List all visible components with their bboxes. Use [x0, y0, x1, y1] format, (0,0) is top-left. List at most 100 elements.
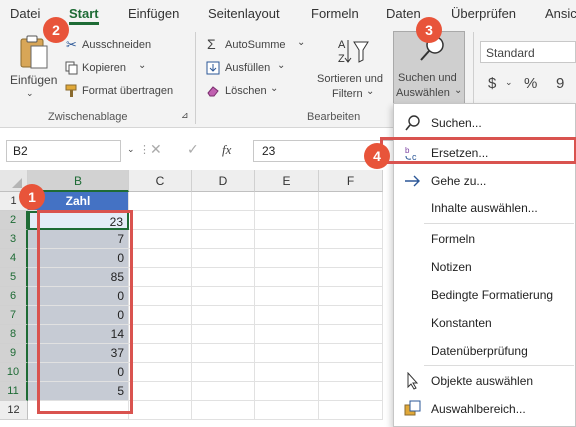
tab-datei[interactable]: Datei — [10, 6, 40, 21]
number-format-select[interactable]: Standard — [480, 41, 576, 63]
ribbon-tabs: Datei Start Einfügen Seitenlayout Formel… — [0, 0, 576, 28]
tab-formeln[interactable]: Formeln — [311, 6, 359, 21]
empty-cell[interactable] — [255, 401, 319, 420]
empty-cell[interactable] — [192, 401, 255, 420]
empty-cell[interactable] — [129, 363, 192, 382]
empty-cell[interactable] — [192, 344, 255, 363]
empty-cell[interactable] — [319, 363, 383, 382]
empty-cell[interactable] — [255, 230, 319, 249]
svg-text:A: A — [338, 39, 346, 51]
empty-cell[interactable] — [255, 382, 319, 401]
menu-item-goto[interactable]: Gehe zu... — [394, 168, 576, 194]
tab-start[interactable]: Start — [69, 6, 99, 25]
empty-cell[interactable] — [319, 211, 383, 230]
column-header-e[interactable]: E — [255, 170, 319, 192]
comma-style-button[interactable]: 9 — [556, 75, 564, 92]
empty-cell[interactable] — [129, 211, 192, 230]
tab-ansicht[interactable]: Ansicht — [545, 6, 576, 21]
empty-cell[interactable] — [129, 344, 192, 363]
empty-cell[interactable] — [255, 344, 319, 363]
empty-cell[interactable] — [129, 325, 192, 344]
empty-cell[interactable] — [319, 230, 383, 249]
row-header[interactable]: 8 — [0, 325, 28, 344]
editing-group-label: Bearbeiten — [307, 111, 361, 123]
empty-cell[interactable] — [319, 192, 383, 211]
empty-cell[interactable] — [255, 306, 319, 325]
empty-cell[interactable] — [192, 363, 255, 382]
menu-item-conditional-formatting[interactable]: Bedingte Formatierung — [394, 282, 576, 308]
empty-cell[interactable] — [129, 230, 192, 249]
empty-cell[interactable] — [255, 363, 319, 382]
insert-function-button[interactable]: fx — [222, 142, 231, 158]
empty-cell[interactable] — [255, 249, 319, 268]
empty-cell[interactable] — [319, 325, 383, 344]
empty-cell[interactable] — [255, 268, 319, 287]
row-header[interactable]: 12 — [0, 401, 28, 420]
empty-cell[interactable] — [319, 344, 383, 363]
menu-item-goto-special[interactable]: Inhalte auswählen... — [394, 195, 576, 221]
namebox-chevron-icon[interactable]: ⌄ — [127, 144, 135, 155]
empty-cell[interactable] — [192, 382, 255, 401]
empty-cell[interactable] — [192, 230, 255, 249]
menu-item-selection-pane[interactable]: Auswahlbereich... — [394, 396, 576, 422]
empty-cell[interactable] — [192, 287, 255, 306]
menu-item-notes[interactable]: Notizen — [394, 254, 576, 280]
currency-button[interactable]: $ — [488, 75, 496, 92]
empty-cell[interactable] — [192, 306, 255, 325]
tab-daten[interactable]: Daten — [386, 6, 421, 21]
tab-einfuegen[interactable]: Einfügen — [128, 6, 179, 21]
tab-seitenlayout[interactable]: Seitenlayout — [208, 6, 280, 21]
empty-cell[interactable] — [129, 306, 192, 325]
empty-cell[interactable] — [192, 249, 255, 268]
empty-cell[interactable] — [319, 249, 383, 268]
tab-ueberpruefen[interactable]: Überprüfen — [451, 6, 516, 21]
sigma-icon: Σ — [207, 36, 216, 52]
empty-cell[interactable] — [319, 268, 383, 287]
empty-cell[interactable] — [319, 306, 383, 325]
empty-cell[interactable] — [192, 325, 255, 344]
empty-cell[interactable] — [192, 192, 255, 211]
enter-icon[interactable]: ✓ — [187, 141, 199, 158]
menu-item-find[interactable]: Suchen... — [394, 110, 576, 136]
empty-cell[interactable] — [319, 287, 383, 306]
row-header[interactable]: 9 — [0, 344, 28, 363]
svg-text:Z: Z — [338, 53, 345, 65]
row-header[interactable]: 2 — [0, 211, 28, 230]
column-header-b[interactable]: B — [28, 170, 129, 192]
empty-cell[interactable] — [319, 401, 383, 420]
column-header-d[interactable]: D — [192, 170, 255, 192]
cancel-icon[interactable]: ✕ — [150, 141, 162, 158]
empty-cell[interactable] — [129, 401, 192, 420]
empty-cell[interactable] — [129, 192, 192, 211]
percent-button[interactable]: % — [524, 75, 537, 92]
empty-cell[interactable] — [255, 192, 319, 211]
callout-badge-4: 4 — [364, 143, 390, 169]
empty-cell[interactable] — [192, 268, 255, 287]
empty-cell[interactable] — [255, 325, 319, 344]
row-header[interactable]: 6 — [0, 287, 28, 306]
pointer-icon — [407, 372, 419, 390]
menu-item-constants[interactable]: Konstanten — [394, 310, 576, 336]
menu-item-data-validation[interactable]: Datenüberprüfung — [394, 338, 576, 364]
empty-cell[interactable] — [255, 287, 319, 306]
empty-cell[interactable] — [255, 211, 319, 230]
currency-chevron-icon: ⌄ — [505, 77, 513, 87]
row-header[interactable]: 10 — [0, 363, 28, 382]
menu-item-formulas[interactable]: Formeln — [394, 226, 576, 252]
row-header[interactable]: 7 — [0, 306, 28, 325]
empty-cell[interactable] — [129, 382, 192, 401]
column-header-f[interactable]: F — [319, 170, 383, 192]
row-header[interactable]: 3 — [0, 230, 28, 249]
row-header[interactable]: 11 — [0, 382, 28, 401]
empty-cell[interactable] — [319, 382, 383, 401]
name-box[interactable]: B2 — [6, 140, 121, 162]
empty-cell[interactable] — [129, 249, 192, 268]
empty-cell[interactable] — [129, 287, 192, 306]
menu-item-select-objects[interactable]: Objekte auswählen — [394, 368, 576, 394]
empty-cell[interactable] — [129, 268, 192, 287]
row-header[interactable]: 5 — [0, 268, 28, 287]
row-header[interactable]: 4 — [0, 249, 28, 268]
dialog-launcher-icon[interactable]: ⊿ — [181, 110, 189, 121]
empty-cell[interactable] — [192, 211, 255, 230]
column-header-c[interactable]: C — [129, 170, 192, 192]
